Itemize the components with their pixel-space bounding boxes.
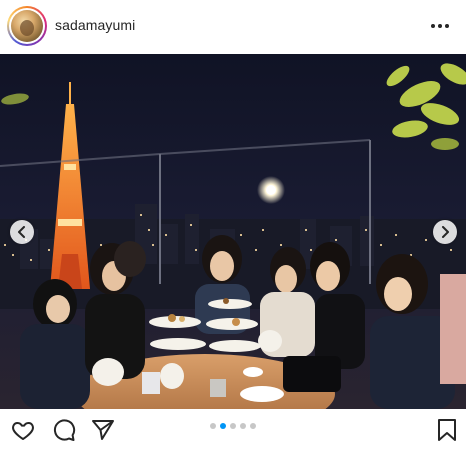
carousel-dot: [240, 423, 246, 429]
paper-plane-icon: [92, 420, 114, 440]
carousel-dot: [230, 423, 236, 429]
save-button[interactable]: [436, 418, 460, 442]
username[interactable]: sadamayumi: [55, 17, 135, 33]
chevron-left-icon: [18, 226, 25, 238]
carousel-prev-button[interactable]: [10, 220, 34, 244]
handbag: [283, 356, 341, 392]
carousel-indicator: [210, 423, 256, 429]
carousel-dot: [210, 423, 216, 429]
heart-icon: [12, 422, 34, 440]
like-button[interactable]: [11, 418, 35, 442]
post-action-bar: [0, 409, 466, 450]
comment-button[interactable]: [52, 418, 76, 442]
chevron-right-icon: [442, 226, 449, 238]
comment-icon: [53, 419, 76, 441]
share-button[interactable]: [91, 418, 115, 442]
avatar[interactable]: [7, 6, 47, 46]
carousel-dot: [220, 423, 226, 429]
post-photo[interactable]: [0, 54, 466, 409]
avatar-border: [9, 8, 45, 44]
avatar-image: [11, 10, 43, 42]
bookmark-icon: [438, 419, 456, 441]
post-header: sadamayumi: [0, 0, 466, 54]
photo-scene: [0, 54, 466, 409]
more-horizontal-icon: [431, 24, 449, 28]
carousel-next-button[interactable]: [433, 220, 457, 244]
more-options-button[interactable]: [428, 14, 452, 38]
carousel-dot: [250, 423, 256, 429]
